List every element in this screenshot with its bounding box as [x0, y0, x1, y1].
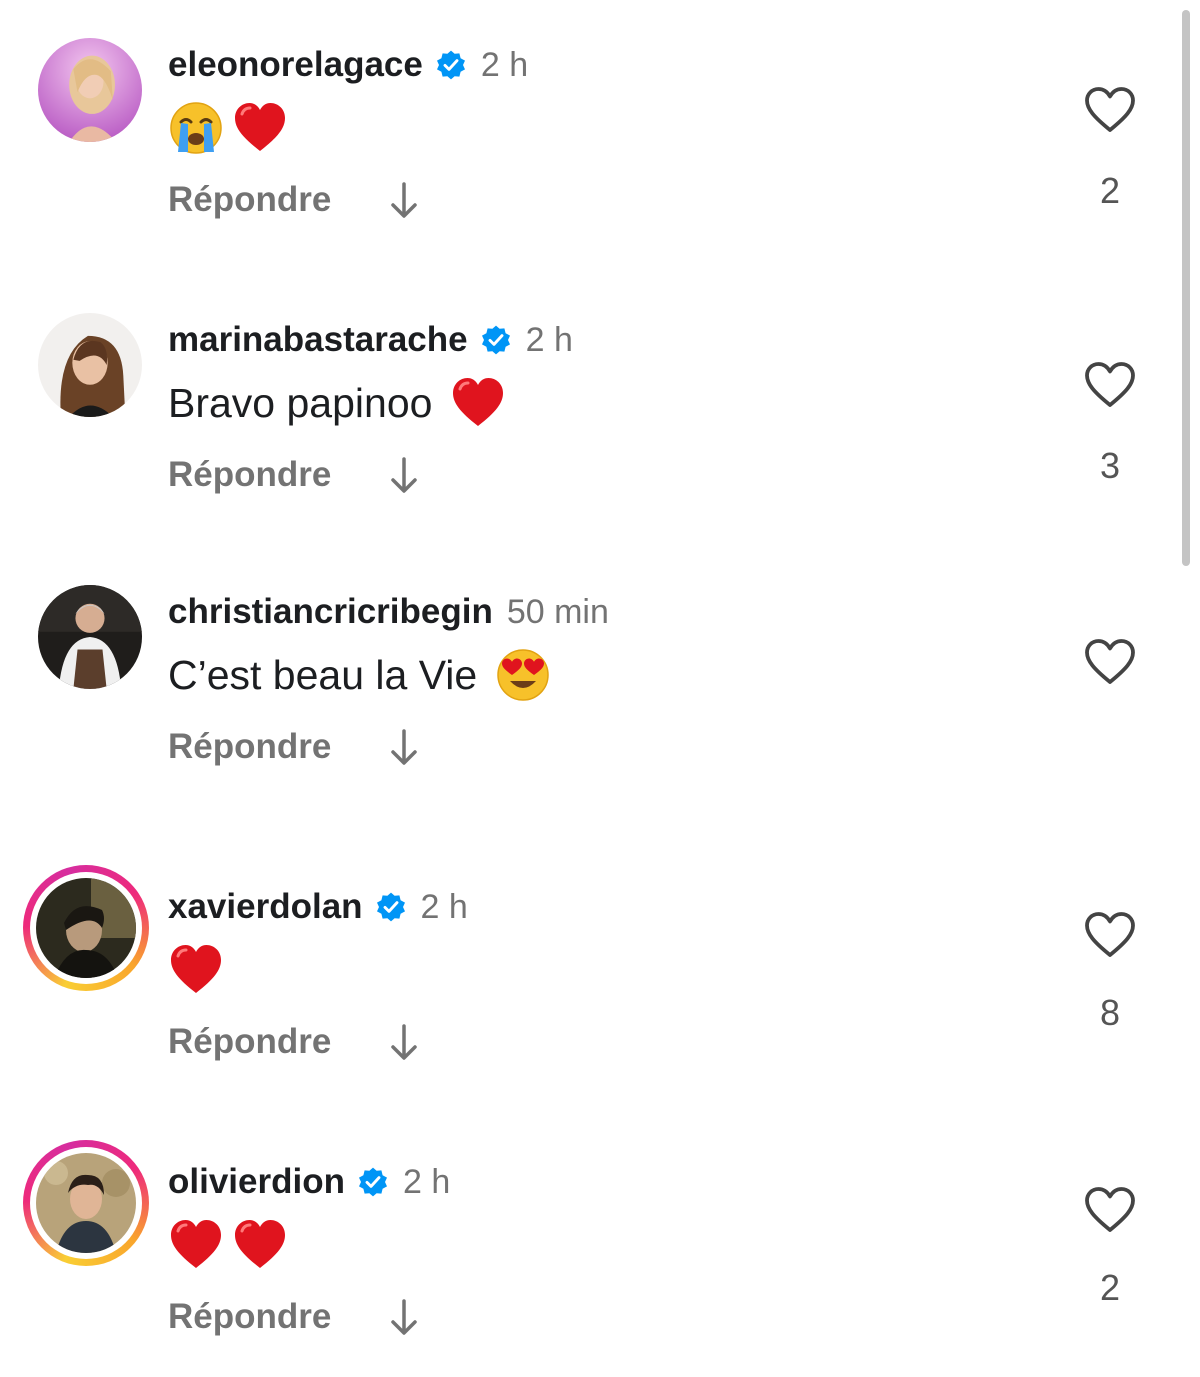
heart-eyes-face-emoji: [495, 647, 551, 703]
username[interactable]: marinabastarache: [168, 320, 468, 360]
comment-time: 50 min: [506, 592, 609, 631]
comment-item: eleonorelagace 2 h Répondre 2: [0, 0, 1200, 260]
scrollbar[interactable]: [1182, 10, 1190, 566]
comment-text: [168, 1213, 296, 1277]
like-count: 8: [1099, 992, 1121, 1033]
username[interactable]: olivierdion: [168, 1162, 345, 1202]
avatar[interactable]: [38, 38, 142, 142]
translate-down-arrow-icon[interactable]: [387, 180, 421, 220]
red-heart-emoji: [450, 375, 506, 431]
translate-down-arrow-icon[interactable]: [387, 1297, 421, 1337]
like-count: 3: [1099, 445, 1121, 486]
comment-text: Bravo papinoo: [168, 371, 514, 435]
comment-text: C’est beau la Vie: [168, 643, 559, 707]
avatar-story-ring[interactable]: [23, 865, 149, 991]
red-heart-emoji: [168, 942, 224, 998]
like-count: 2: [1099, 1267, 1121, 1308]
like-heart-icon[interactable]: [1084, 361, 1136, 409]
reply-button[interactable]: Répondre: [168, 727, 331, 767]
comment-text-content: Bravo papinoo: [168, 379, 433, 426]
like-heart-icon[interactable]: [1084, 1186, 1136, 1234]
username[interactable]: xavierdolan: [168, 887, 363, 927]
username[interactable]: eleonorelagace: [168, 45, 423, 85]
comment-text: [168, 938, 232, 1002]
comment-item: olivierdion 2 h Répondre 2: [0, 1117, 1200, 1377]
like-heart-icon[interactable]: [1084, 638, 1136, 686]
comment-item: xavierdolan 2 h Répondre 8: [0, 842, 1200, 1102]
reply-button[interactable]: Répondre: [168, 455, 331, 495]
comment-time: 2 h: [525, 320, 573, 359]
like-heart-icon[interactable]: [1084, 86, 1136, 134]
comment-time: 2 h: [402, 1162, 451, 1201]
comment-text: [168, 96, 296, 160]
verified-badge-icon: [357, 1166, 389, 1198]
username[interactable]: christiancricribegin: [168, 592, 493, 632]
avatar[interactable]: [38, 585, 142, 689]
translate-down-arrow-icon[interactable]: [387, 1022, 421, 1062]
verified-badge-icon: [375, 891, 407, 923]
like-heart-icon[interactable]: [1084, 911, 1136, 959]
reply-button[interactable]: Répondre: [168, 1022, 331, 1062]
verified-badge-icon: [480, 324, 512, 356]
comment-time: 2 h: [480, 45, 529, 84]
reply-button[interactable]: Répondre: [168, 180, 331, 220]
comment-time: 2 h: [420, 887, 468, 926]
comment-text-content: C’est beau la Vie: [168, 651, 478, 698]
like-count: 2: [1099, 170, 1121, 211]
avatar-story-ring[interactable]: [23, 1140, 149, 1266]
reply-button[interactable]: Répondre: [168, 1297, 331, 1337]
comment-item: christiancricribegin 50 min C’est beau l…: [0, 547, 1200, 807]
comment-item: marinabastarache 2 h Bravo papinoo Répon…: [0, 275, 1200, 535]
red-heart-emoji: [232, 1217, 288, 1273]
avatar[interactable]: [38, 313, 142, 417]
translate-down-arrow-icon[interactable]: [387, 727, 421, 767]
verified-badge-icon: [435, 49, 467, 81]
red-heart-emoji: [232, 100, 288, 156]
red-heart-emoji: [168, 1217, 224, 1273]
crying-face-emoji: [168, 100, 224, 156]
translate-down-arrow-icon[interactable]: [387, 455, 421, 495]
